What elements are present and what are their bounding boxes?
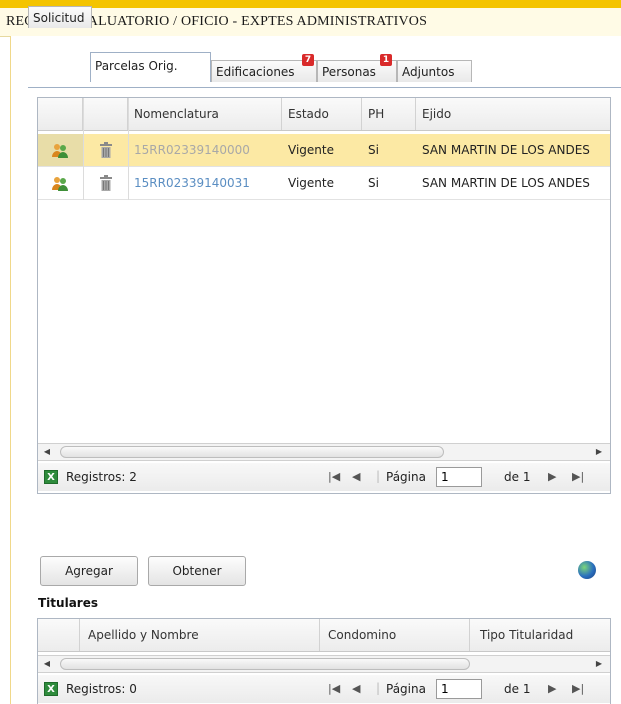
total-pages-label: de 1 bbox=[504, 470, 531, 484]
pager-separator: | bbox=[376, 681, 381, 695]
scroll-right-arrow-icon[interactable]: ▶ bbox=[592, 657, 606, 671]
titulares-grid: Apellido y Nombre Condomino Tipo Titular… bbox=[37, 618, 611, 704]
titulares-pager: X Registros: 0 |◀ ◀ | Página de 1 ▶ ▶| bbox=[38, 675, 610, 703]
header-ph[interactable]: PH bbox=[362, 98, 416, 130]
scroll-thumb[interactable] bbox=[60, 658, 470, 670]
column-divider bbox=[83, 98, 84, 200]
titulares-title: Titulares bbox=[38, 596, 98, 610]
ph-cell: Si bbox=[368, 176, 379, 190]
last-page-icon[interactable]: ▶| bbox=[572, 470, 584, 483]
excel-export-icon[interactable]: X bbox=[44, 682, 58, 696]
globe-icon[interactable] bbox=[578, 561, 596, 579]
tab-label: Edificaciones bbox=[216, 65, 295, 79]
first-page-icon[interactable]: |◀ bbox=[328, 470, 340, 483]
trash-icon[interactable] bbox=[100, 142, 112, 158]
header-apellido-nombre[interactable]: Apellido y Nombre bbox=[80, 619, 320, 651]
prev-page-icon[interactable]: ◀ bbox=[352, 470, 360, 483]
tab-strip-divider bbox=[28, 87, 621, 88]
nomenclatura-link[interactable]: 15RR02339140000 bbox=[128, 134, 282, 166]
tab-adjuntos[interactable]: Adjuntos bbox=[397, 60, 472, 82]
header-condomino[interactable]: Condomino bbox=[320, 619, 470, 651]
ejido-cell: SAN MARTIN DE LOS ANDES bbox=[422, 176, 590, 190]
tab-label: Personas bbox=[322, 65, 376, 79]
prev-page-icon[interactable]: ◀ bbox=[352, 682, 360, 695]
tab-label: Parcelas Orig. bbox=[95, 59, 178, 73]
people-icon[interactable] bbox=[52, 142, 68, 158]
pager-separator: | bbox=[376, 469, 381, 483]
parcelas-grid: Nomenclatura Estado PH Ejido 15RR0233914… bbox=[37, 97, 611, 494]
total-pages-label: de 1 bbox=[504, 682, 531, 696]
people-icon[interactable] bbox=[52, 175, 68, 191]
top-accent-bar bbox=[0, 0, 621, 8]
scroll-left-arrow-icon[interactable]: ◀ bbox=[40, 657, 54, 671]
next-page-icon[interactable]: ▶ bbox=[548, 682, 556, 695]
obtener-button[interactable]: Obtener bbox=[148, 556, 246, 586]
estado-cell: Vigente bbox=[288, 176, 334, 190]
tab-label: Adjuntos bbox=[402, 65, 455, 79]
scroll-left-arrow-icon[interactable]: ◀ bbox=[40, 445, 54, 459]
header-estado[interactable]: Estado bbox=[282, 98, 362, 130]
tab-solicitud[interactable]: Solicitud bbox=[28, 6, 92, 28]
titulares-grid-header: Apellido y Nombre Condomino Tipo Titular… bbox=[38, 619, 610, 652]
tab-label: Solicitud bbox=[33, 11, 85, 25]
table-row[interactable]: 15RR02339140031 Vigente Si SAN MARTIN DE… bbox=[38, 167, 610, 200]
parcelas-grid-header: Nomenclatura Estado PH Ejido bbox=[38, 98, 610, 131]
edificaciones-count-badge: 7 bbox=[302, 54, 314, 66]
nomenclatura-link[interactable]: 15RR02339140031 bbox=[128, 167, 282, 199]
tab-parcelas-orig[interactable]: Parcelas Orig. bbox=[90, 52, 211, 82]
header-cell-blank bbox=[38, 619, 80, 651]
last-page-icon[interactable]: ▶| bbox=[572, 682, 584, 695]
header-cell-blank-1 bbox=[38, 98, 83, 130]
registros-count: Registros: 2 bbox=[66, 470, 137, 484]
pagina-label: Página bbox=[386, 682, 426, 696]
personas-count-badge: 1 bbox=[380, 54, 392, 66]
titulares-horizontal-scrollbar[interactable]: ◀ ▶ bbox=[38, 655, 610, 673]
ph-cell: Si bbox=[368, 143, 379, 157]
header-cell-blank-2 bbox=[83, 98, 128, 130]
page-number-input[interactable] bbox=[436, 467, 482, 487]
table-row[interactable]: 15RR02339140000 Vigente Si SAN MARTIN DE… bbox=[38, 134, 610, 167]
column-divider bbox=[128, 98, 129, 200]
scroll-right-arrow-icon[interactable]: ▶ bbox=[592, 445, 606, 459]
people-cell[interactable] bbox=[38, 134, 83, 166]
registros-count: Registros: 0 bbox=[66, 682, 137, 696]
ejido-cell: SAN MARTIN DE LOS ANDES bbox=[422, 143, 590, 157]
people-cell[interactable] bbox=[38, 167, 83, 199]
pagina-label: Página bbox=[386, 470, 426, 484]
estado-cell: Vigente bbox=[288, 143, 334, 157]
header-ejido[interactable]: Ejido bbox=[416, 98, 610, 130]
first-page-icon[interactable]: |◀ bbox=[328, 682, 340, 695]
trash-cell[interactable] bbox=[83, 167, 128, 199]
page-number-input[interactable] bbox=[436, 679, 482, 699]
excel-export-icon[interactable]: X bbox=[44, 470, 58, 484]
parcelas-pager: X Registros: 2 |◀ ◀ | Página de 1 ▶ ▶| bbox=[38, 463, 610, 491]
trash-cell[interactable] bbox=[83, 134, 128, 166]
header-nomenclatura[interactable]: Nomenclatura bbox=[128, 98, 282, 130]
header-tipo-titularidad[interactable]: Tipo Titularidad bbox=[470, 619, 610, 651]
trash-icon[interactable] bbox=[100, 175, 112, 191]
agregar-button[interactable]: Agregar bbox=[40, 556, 138, 586]
next-page-icon[interactable]: ▶ bbox=[548, 470, 556, 483]
scroll-thumb[interactable] bbox=[60, 446, 444, 458]
parcelas-horizontal-scrollbar[interactable]: ◀ ▶ bbox=[38, 443, 610, 461]
